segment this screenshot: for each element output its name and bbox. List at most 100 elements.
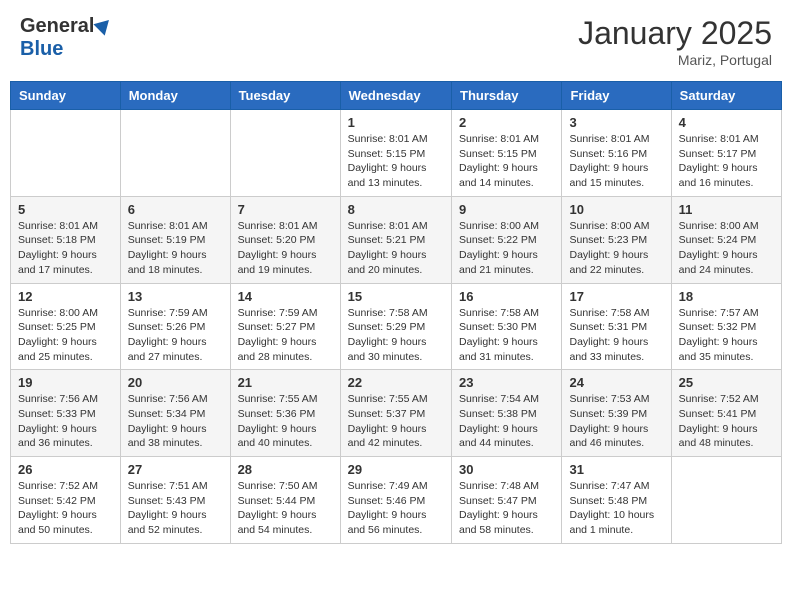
day-cell: 15 Sunrise: 7:58 AMSunset: 5:29 PMDayligh…	[340, 283, 451, 370]
day-info: Sunrise: 7:57 AMSunset: 5:32 PMDaylight:…	[679, 306, 774, 365]
day-number: 15	[348, 289, 444, 304]
col-header-friday: Friday	[562, 82, 671, 110]
week-row-5: 26 Sunrise: 7:52 AMSunset: 5:42 PMDayligh…	[11, 457, 782, 544]
day-cell	[671, 457, 781, 544]
day-number: 29	[348, 462, 444, 477]
col-header-tuesday: Tuesday	[230, 82, 340, 110]
day-number: 28	[238, 462, 333, 477]
day-number: 24	[569, 375, 663, 390]
day-cell: 5 Sunrise: 8:01 AMSunset: 5:18 PMDaylight…	[11, 196, 121, 283]
col-header-wednesday: Wednesday	[340, 82, 451, 110]
day-cell: 21 Sunrise: 7:55 AMSunset: 5:36 PMDayligh…	[230, 370, 340, 457]
day-number: 8	[348, 202, 444, 217]
page-header: General Blue January 2025 Mariz, Portuga…	[10, 10, 782, 73]
col-header-thursday: Thursday	[452, 82, 562, 110]
day-number: 17	[569, 289, 663, 304]
location-text: Mariz, Portugal	[578, 52, 772, 68]
logo-general-text: General	[20, 15, 94, 38]
day-number: 30	[459, 462, 554, 477]
day-info: Sunrise: 7:55 AMSunset: 5:37 PMDaylight:…	[348, 392, 444, 451]
day-cell: 8Sunrise: 8:01 AMSunset: 5:21 PMDaylight…	[340, 196, 451, 283]
day-cell: 22Sunrise: 7:55 AMSunset: 5:37 PMDayligh…	[340, 370, 451, 457]
day-cell: 14Sunrise: 7:59 AMSunset: 5:27 PMDayligh…	[230, 283, 340, 370]
day-info: Sunrise: 7:52 AMSunset: 5:41 PMDaylight:…	[679, 392, 774, 451]
week-row-3: 12Sunrise: 8:00 AMSunset: 5:25 PMDayligh…	[11, 283, 782, 370]
day-cell: 13 Sunrise: 7:59 AMSunset: 5:26 PMDayligh…	[120, 283, 230, 370]
day-info: Sunrise: 7:55 AMSunset: 5:36 PMDaylight:…	[238, 392, 333, 451]
day-number: 13	[128, 289, 223, 304]
day-cell: 2Sunrise: 8:01 AMSunset: 5:15 PMDaylight…	[452, 110, 562, 197]
day-cell: 23Sunrise: 7:54 AMSunset: 5:38 PMDayligh…	[452, 370, 562, 457]
day-cell: 16Sunrise: 7:58 AMSunset: 5:30 PMDayligh…	[452, 283, 562, 370]
col-header-monday: Monday	[120, 82, 230, 110]
day-cell: 9Sunrise: 8:00 AMSunset: 5:22 PMDaylight…	[452, 196, 562, 283]
day-info: Sunrise: 8:00 AMSunset: 5:23 PMDaylight:…	[569, 219, 663, 278]
day-cell: 3 Sunrise: 8:01 AMSunset: 5:16 PMDaylight…	[562, 110, 671, 197]
day-cell: 7Sunrise: 8:01 AMSunset: 5:20 PMDaylight…	[230, 196, 340, 283]
day-cell: 31 Sunrise: 7:47 AMSunset: 5:48 PMDayligh…	[562, 457, 671, 544]
day-cell: 29 Sunrise: 7:49 AMSunset: 5:46 PMDayligh…	[340, 457, 451, 544]
day-cell: 6Sunrise: 8:01 AMSunset: 5:19 PMDaylight…	[120, 196, 230, 283]
day-info: Sunrise: 8:00 AMSunset: 5:24 PMDaylight:…	[679, 219, 774, 278]
day-cell: 12Sunrise: 8:00 AMSunset: 5:25 PMDayligh…	[11, 283, 121, 370]
day-cell: 30 Sunrise: 7:48 AMSunset: 5:47 PMDayligh…	[452, 457, 562, 544]
day-cell: 27Sunrise: 7:51 AMSunset: 5:43 PMDayligh…	[120, 457, 230, 544]
day-info: Sunrise: 7:58 AMSunset: 5:29 PMDaylight:…	[348, 306, 444, 365]
day-info: Sunrise: 7:51 AMSunset: 5:43 PMDaylight:…	[128, 479, 223, 538]
month-title-block: January 2025 Mariz, Portugal	[578, 15, 772, 68]
day-cell: 19 Sunrise: 7:56 AMSunset: 5:33 PMDayligh…	[11, 370, 121, 457]
day-number: 7	[238, 202, 333, 217]
logo-icon	[94, 14, 115, 35]
day-info: Sunrise: 7:56 AMSunset: 5:33 PMDaylight:…	[18, 392, 113, 451]
day-cell: 11 Sunrise: 8:00 AMSunset: 5:24 PMDayligh…	[671, 196, 781, 283]
day-info: Sunrise: 8:01 AMSunset: 5:17 PMDaylight:…	[679, 132, 774, 191]
day-number: 10	[569, 202, 663, 217]
day-info: Sunrise: 7:58 AMSunset: 5:31 PMDaylight:…	[569, 306, 663, 365]
day-info: Sunrise: 7:52 AMSunset: 5:42 PMDaylight:…	[18, 479, 113, 538]
day-number: 20	[128, 375, 223, 390]
day-cell: 26 Sunrise: 7:52 AMSunset: 5:42 PMDayligh…	[11, 457, 121, 544]
day-info: Sunrise: 7:53 AMSunset: 5:39 PMDaylight:…	[569, 392, 663, 451]
day-info: Sunrise: 7:49 AMSunset: 5:46 PMDaylight:…	[348, 479, 444, 538]
month-year-heading: January 2025	[578, 15, 772, 52]
logo-blue-text: Blue	[20, 38, 63, 61]
day-number: 26	[18, 462, 113, 477]
logo: General Blue	[20, 15, 112, 61]
day-info: Sunrise: 8:01 AMSunset: 5:18 PMDaylight:…	[18, 219, 113, 278]
day-info: Sunrise: 7:59 AMSunset: 5:26 PMDaylight:…	[128, 306, 223, 365]
day-number: 4	[679, 115, 774, 130]
day-number: 19	[18, 375, 113, 390]
day-info: Sunrise: 7:47 AMSunset: 5:48 PMDaylight:…	[569, 479, 663, 538]
day-number: 31	[569, 462, 663, 477]
day-number: 18	[679, 289, 774, 304]
day-info: Sunrise: 7:59 AMSunset: 5:27 PMDaylight:…	[238, 306, 333, 365]
day-info: Sunrise: 7:56 AMSunset: 5:34 PMDaylight:…	[128, 392, 223, 451]
day-info: Sunrise: 8:00 AMSunset: 5:22 PMDaylight:…	[459, 219, 554, 278]
day-number: 2	[459, 115, 554, 130]
day-cell: 20 Sunrise: 7:56 AMSunset: 5:34 PMDayligh…	[120, 370, 230, 457]
week-row-1: 1Sunrise: 8:01 AMSunset: 5:15 PMDaylight…	[11, 110, 782, 197]
day-cell: 17 Sunrise: 7:58 AMSunset: 5:31 PMDayligh…	[562, 283, 671, 370]
col-header-sunday: Sunday	[11, 82, 121, 110]
week-row-4: 19 Sunrise: 7:56 AMSunset: 5:33 PMDayligh…	[11, 370, 782, 457]
day-cell	[230, 110, 340, 197]
day-cell: 1Sunrise: 8:01 AMSunset: 5:15 PMDaylight…	[340, 110, 451, 197]
day-number: 11	[679, 202, 774, 217]
calendar-header-row: SundayMondayTuesdayWednesdayThursdayFrid…	[11, 82, 782, 110]
day-number: 23	[459, 375, 554, 390]
day-cell	[120, 110, 230, 197]
day-info: Sunrise: 7:48 AMSunset: 5:47 PMDaylight:…	[459, 479, 554, 538]
day-number: 1	[348, 115, 444, 130]
day-info: Sunrise: 8:01 AMSunset: 5:19 PMDaylight:…	[128, 219, 223, 278]
week-row-2: 5 Sunrise: 8:01 AMSunset: 5:18 PMDaylight…	[11, 196, 782, 283]
day-cell: 24 Sunrise: 7:53 AMSunset: 5:39 PMDayligh…	[562, 370, 671, 457]
day-info: Sunrise: 8:01 AMSunset: 5:16 PMDaylight:…	[569, 132, 663, 191]
day-number: 25	[679, 375, 774, 390]
day-number: 3	[569, 115, 663, 130]
day-cell: 25 Sunrise: 7:52 AMSunset: 5:41 PMDayligh…	[671, 370, 781, 457]
day-info: Sunrise: 8:00 AMSunset: 5:25 PMDaylight:…	[18, 306, 113, 365]
calendar-table: SundayMondayTuesdayWednesdayThursdayFrid…	[10, 81, 782, 544]
day-cell: 4 Sunrise: 8:01 AMSunset: 5:17 PMDaylight…	[671, 110, 781, 197]
day-number: 5	[18, 202, 113, 217]
day-number: 21	[238, 375, 333, 390]
